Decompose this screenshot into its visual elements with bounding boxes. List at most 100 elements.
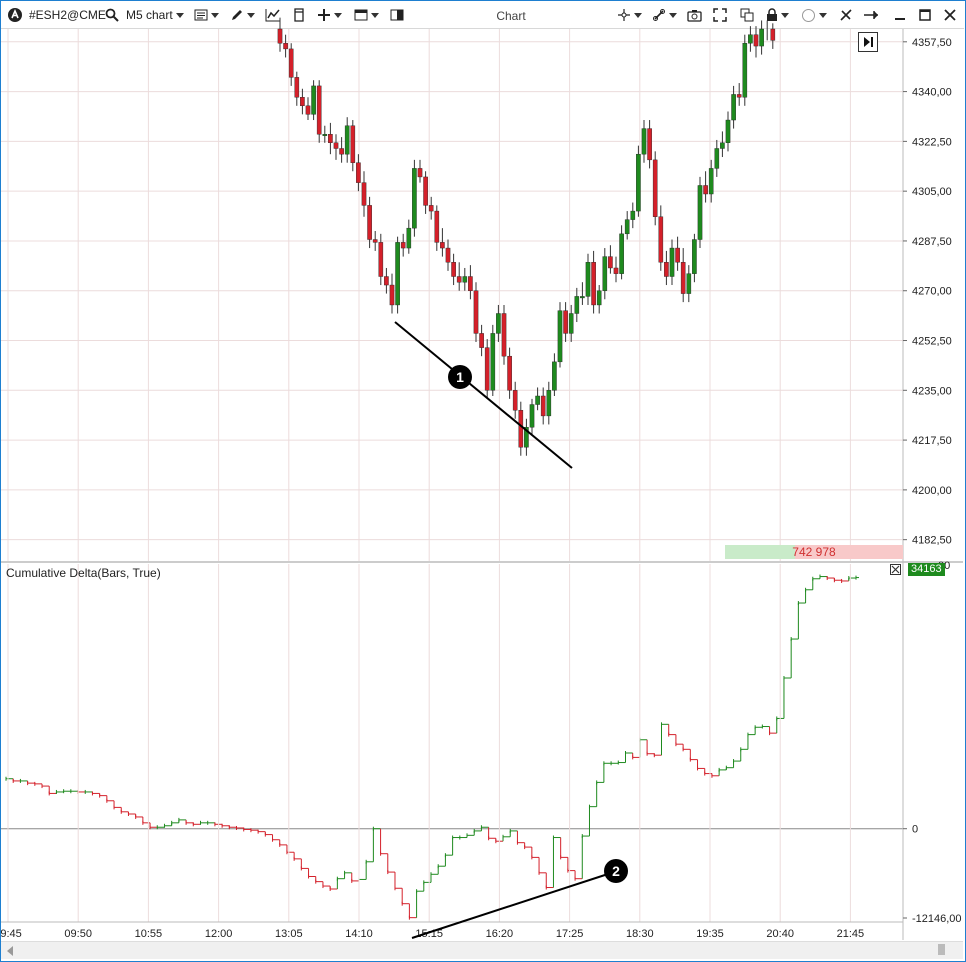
- candle-body: [652, 159, 658, 217]
- candle-body: [585, 262, 591, 297]
- candle-body: [473, 290, 479, 334]
- candle-body: [596, 290, 602, 306]
- candle-body: [720, 142, 725, 149]
- candle-body: [456, 276, 462, 283]
- price-tick-label: 4305,00: [912, 186, 952, 198]
- candle-body: [501, 313, 507, 357]
- candle-body: [552, 361, 557, 391]
- candle-body: [546, 390, 552, 417]
- candle-body: [647, 128, 652, 161]
- candle-body: [294, 77, 300, 98]
- candle-body: [692, 239, 697, 274]
- indicator-label[interactable]: Cumulative Delta(Bars, True): [6, 566, 161, 580]
- delta-tick-label: 0: [912, 824, 918, 836]
- time-tick-label: 19:35: [696, 928, 724, 940]
- time-tick-label: 21:45: [837, 928, 865, 940]
- candle-body: [428, 205, 434, 212]
- annotations: 1 2: [394, 321, 628, 939]
- candle-body: [445, 247, 451, 263]
- candle-body: [557, 310, 563, 363]
- candle-body: [529, 404, 535, 428]
- candle-body: [412, 168, 417, 229]
- time-tick-label: 10:55: [135, 928, 163, 940]
- candle-body: [400, 242, 406, 249]
- candle-body: [372, 239, 378, 243]
- delta-axis: 0 -12146,00: [903, 824, 962, 925]
- current-delta-badge: 34163: [908, 563, 945, 576]
- scroll-to-end-button[interactable]: [858, 32, 878, 52]
- candle-body: [613, 267, 619, 274]
- candle-body: [378, 242, 384, 277]
- candle-body: [344, 125, 350, 155]
- candle-body: [636, 153, 641, 212]
- candle-body: [725, 119, 731, 143]
- candle-body: [563, 310, 568, 334]
- candle-body: [316, 85, 322, 135]
- price-tick-label: 4287,50: [912, 236, 952, 248]
- candle-body: [580, 296, 585, 299]
- candle-body: [602, 256, 608, 291]
- candle-body: [664, 262, 669, 277]
- candle-body: [384, 276, 389, 286]
- candle-body: [496, 313, 501, 334]
- price-tick-label: 4270,00: [912, 286, 952, 298]
- price-tick-label: 4182,50: [912, 535, 952, 547]
- candle-body: [462, 276, 468, 283]
- candle-body: [535, 395, 540, 405]
- delta-tick-label: -12146,00: [912, 913, 962, 925]
- price-tick-label: 4235,00: [912, 385, 952, 397]
- price-tick-label: 4252,50: [912, 336, 952, 348]
- horizontal-scrollbar[interactable]: [1, 941, 963, 959]
- chart-area[interactable]: 4357,50 4340,00 4322,50 4305,00 4287,50 4270,…: [0, 0, 966, 962]
- time-tick-label: 18:30: [626, 928, 654, 940]
- candle-body: [333, 142, 339, 149]
- time-axis: 09:4509:5010:5512:0013:0514:1015:1516:20…: [0, 564, 903, 940]
- candle-body: [669, 247, 675, 277]
- time-tick-label: 13:05: [275, 928, 303, 940]
- candle-body: [619, 233, 624, 274]
- close-icon: [891, 565, 900, 574]
- candle-body: [759, 28, 764, 47]
- time-tick-label: 09:50: [64, 928, 92, 940]
- candle-body: [406, 227, 412, 249]
- candle-body: [507, 355, 512, 391]
- candle-body: [417, 168, 423, 178]
- scroll-left-arrow-icon[interactable]: [7, 946, 13, 956]
- candle-body: [356, 162, 361, 183]
- candle-body: [753, 34, 759, 47]
- candle-body: [305, 105, 311, 115]
- candle-body: [630, 210, 636, 220]
- price-tick-label: 4340,00: [912, 87, 952, 99]
- candle-body: [675, 247, 680, 263]
- candle-body: [479, 333, 484, 348]
- volume-indicator: 742 978: [725, 545, 903, 559]
- candle-body: [484, 347, 490, 391]
- candle-body: [389, 284, 395, 306]
- play-to-end-icon: [864, 37, 873, 47]
- candle-body: [423, 176, 428, 206]
- candle-body: [714, 148, 720, 169]
- candle-body: [770, 28, 776, 41]
- time-tick-label: 17:25: [556, 928, 584, 940]
- time-tick-label: 16:20: [486, 928, 514, 940]
- candle-body: [512, 390, 518, 411]
- time-tick-label: 14:10: [345, 928, 373, 940]
- candle-body: [608, 256, 613, 269]
- candle-body: [574, 296, 580, 314]
- candle-body: [591, 262, 596, 306]
- close-pane-button[interactable]: [890, 564, 901, 575]
- candle-body: [328, 134, 333, 143]
- candle-body: [686, 273, 692, 294]
- candle-body: [367, 205, 372, 240]
- candle-body: [748, 34, 753, 44]
- candle-body: [703, 185, 708, 195]
- price-tick-label: 4357,50: [912, 37, 952, 49]
- candle-body: [300, 97, 305, 107]
- price-grid: [1, 29, 903, 561]
- cumulative-delta-series: [5, 574, 859, 920]
- candle-body: [361, 182, 367, 206]
- candle-body: [311, 85, 316, 115]
- scroll-thumb[interactable]: [938, 944, 945, 955]
- time-tick-label: 09:45: [0, 928, 22, 940]
- candle-body: [518, 410, 524, 448]
